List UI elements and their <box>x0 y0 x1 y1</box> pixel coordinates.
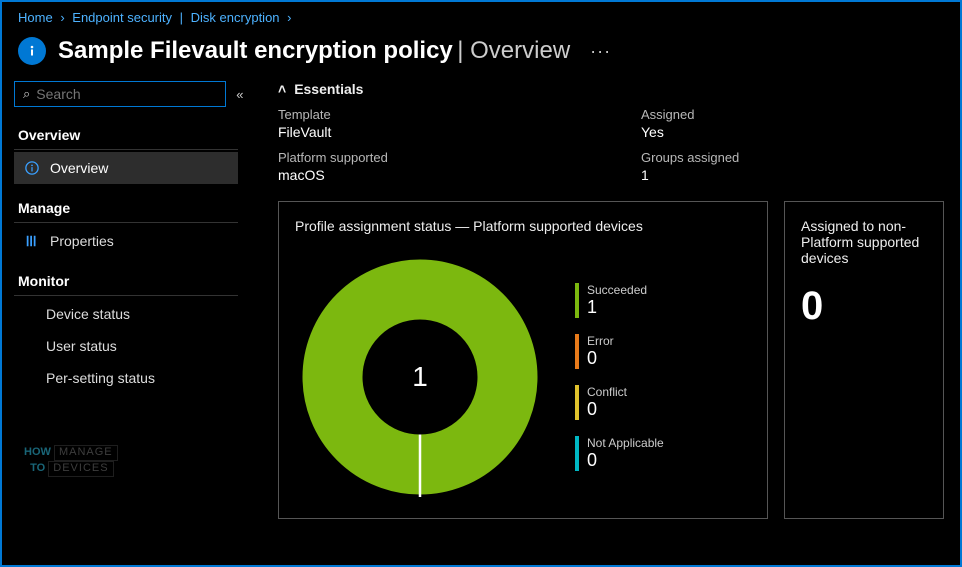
essentials-groups-label: Groups assigned <box>641 150 944 165</box>
legend-label: Conflict <box>587 385 627 399</box>
chart-legend: Succeeded 1 Error 0 <box>575 283 664 471</box>
essentials-label: Essentials <box>294 81 363 97</box>
search-input[interactable] <box>36 86 217 102</box>
legend-succeeded: Succeeded 1 <box>575 283 664 318</box>
legend-value: 0 <box>587 348 614 369</box>
essentials-assigned-value: Yes <box>641 124 944 140</box>
chart-title: Profile assignment status — Platform sup… <box>295 218 751 234</box>
nav-group-monitor: Monitor <box>14 267 238 296</box>
sidebar: ⌕ « Overview Overview Manage Properties … <box>2 81 250 556</box>
essentials-platform-value: macOS <box>278 167 581 183</box>
nav-item-properties[interactable]: Properties <box>14 225 238 257</box>
legend-not-applicable: Not Applicable 0 <box>575 436 664 471</box>
nav-item-overview[interactable]: Overview <box>14 152 238 184</box>
legend-label: Not Applicable <box>587 436 664 450</box>
legend-label: Error <box>587 334 614 348</box>
nav-item-label: Properties <box>50 233 114 249</box>
search-icon: ⌕ <box>23 86 30 102</box>
chevron-right-icon: › <box>287 10 291 25</box>
search-input-wrapper[interactable]: ⌕ <box>14 81 226 107</box>
nav-item-label: User status <box>46 338 117 354</box>
nav-group-overview: Overview <box>14 121 238 150</box>
page-header: Sample Filevault encryption policy | Ove… <box>2 29 960 81</box>
page-title: Sample Filevault encryption policy <box>58 37 453 64</box>
essentials-assigned: Assigned Yes <box>641 107 944 140</box>
legend-value: 1 <box>587 297 647 318</box>
legend-value: 0 <box>587 450 664 471</box>
chevron-up-icon: ˄ <box>278 81 286 97</box>
main-content: ˄ Essentials Template FileVault Assigned… <box>250 81 960 556</box>
info-icon <box>24 161 40 175</box>
essentials-template: Template FileVault <box>278 107 581 140</box>
page-subtitle: | Overview <box>457 37 570 64</box>
profile-assignment-card: Profile assignment status — Platform sup… <box>278 201 768 519</box>
nav-item-label: Overview <box>50 160 108 176</box>
properties-icon <box>24 234 40 248</box>
nav-item-device-status[interactable]: Device status <box>14 298 238 330</box>
more-actions-button[interactable]: ··· <box>590 41 611 62</box>
donut-chart: 1 <box>295 252 545 502</box>
nav-item-label: Device status <box>46 306 130 322</box>
non-platform-value: 0 <box>801 284 927 329</box>
essentials-toggle[interactable]: ˄ Essentials <box>278 81 944 97</box>
essentials-groups: Groups assigned 1 <box>641 150 944 183</box>
nav-item-label: Per-setting status <box>46 370 155 386</box>
donut-center-value: 1 <box>295 252 545 502</box>
legend-conflict: Conflict 0 <box>575 385 664 420</box>
breadcrumb-disk-encryption[interactable]: Disk encryption <box>191 10 280 25</box>
breadcrumb-endpoint-security[interactable]: Endpoint security <box>72 10 172 25</box>
essentials-assigned-label: Assigned <box>641 107 944 122</box>
legend-value: 0 <box>587 399 627 420</box>
essentials-platform-label: Platform supported <box>278 150 581 165</box>
legend-label: Succeeded <box>587 283 647 297</box>
chevron-right-icon: | <box>180 10 183 25</box>
essentials-platform: Platform supported macOS <box>278 150 581 183</box>
breadcrumb-home[interactable]: Home <box>18 10 53 25</box>
nav-item-per-setting-status[interactable]: Per-setting status <box>14 362 238 394</box>
collapse-sidebar-button[interactable]: « <box>232 87 247 102</box>
essentials-panel: Template FileVault Assigned Yes Platform… <box>278 107 944 183</box>
nav-group-manage: Manage <box>14 194 238 223</box>
non-platform-title: Assigned to non-Platform supported devic… <box>801 218 927 266</box>
nav-item-user-status[interactable]: User status <box>14 330 238 362</box>
non-platform-card: Assigned to non-Platform supported devic… <box>784 201 944 519</box>
essentials-template-label: Template <box>278 107 581 122</box>
essentials-groups-value: 1 <box>641 167 944 183</box>
info-icon <box>18 37 46 65</box>
chevron-right-icon: › <box>60 10 64 25</box>
breadcrumb: Home › Endpoint security | Disk encrypti… <box>2 2 960 29</box>
essentials-template-value: FileVault <box>278 124 581 140</box>
legend-error: Error 0 <box>575 334 664 369</box>
